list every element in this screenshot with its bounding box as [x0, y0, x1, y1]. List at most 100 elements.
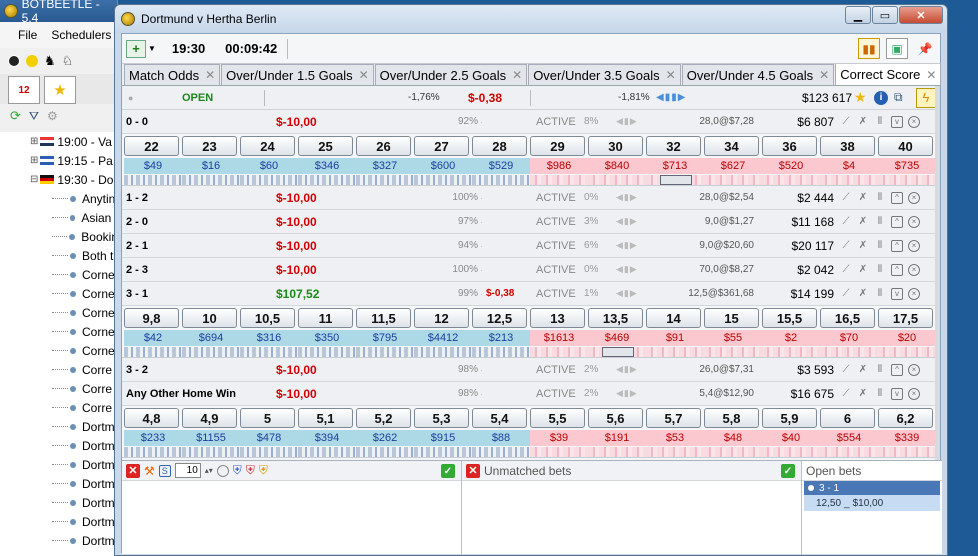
lay-amount[interactable]: $48 — [704, 430, 762, 446]
ladder-scroll-thumb[interactable] — [602, 347, 634, 357]
close-icon[interactable]: × — [908, 287, 920, 300]
status-arrows-icon[interactable]: ◀▮▶ — [616, 216, 638, 227]
tree-market-row[interactable]: Corne — [0, 303, 118, 322]
tree-market-row[interactable]: Asian I — [0, 208, 118, 227]
tab-close-icon[interactable]: ✕ — [205, 68, 215, 82]
status-arrows-icon[interactable]: ◀▮▶ — [616, 288, 638, 299]
price-button[interactable]: 29 — [530, 136, 585, 156]
graph-icon[interactable]: ⟋ — [840, 288, 852, 300]
tab-market[interactable]: Over/Under 3.5 Goals ✕ — [528, 64, 681, 85]
price-button[interactable]: 17,5 — [878, 308, 933, 328]
price-button[interactable]: 5,8 — [704, 408, 759, 428]
price-button[interactable]: 5,1 — [298, 408, 353, 428]
lay-amount[interactable]: $520 — [762, 158, 820, 174]
calendar-icon[interactable]: 12 — [8, 76, 40, 104]
back-amount[interactable]: $915 — [414, 430, 472, 446]
price-button[interactable]: 12,5 — [472, 308, 527, 328]
pin-icon[interactable]: 📌 — [914, 38, 936, 59]
lay-amount[interactable]: $1613 — [530, 330, 588, 346]
horse-racing-icon[interactable]: ♞ — [44, 53, 56, 69]
price-button[interactable]: 27 — [414, 136, 469, 156]
runner-row[interactable]: 0 - 0 $-10,00 92% · ACTIVE 8% ◀▮▶ 28,0@$7,28 $6 … — [122, 110, 940, 134]
back-amount[interactable]: $16 — [182, 158, 240, 174]
back-amount[interactable]: $478 — [240, 430, 298, 446]
status-arrows-icon[interactable]: ◀▮▶ — [616, 192, 638, 203]
bars-icon[interactable]: ⦀ — [874, 388, 886, 400]
tree-market-row[interactable]: Corne — [0, 322, 118, 341]
tree-event-row[interactable]: ⊞ 19:00 - Va — [0, 132, 118, 151]
lay-amount[interactable]: $40 — [762, 430, 820, 446]
price-button[interactable]: 24 — [240, 136, 295, 156]
tab-close-icon[interactable]: ✕ — [512, 68, 522, 82]
back-amount[interactable]: $233 — [124, 430, 182, 446]
price-button[interactable]: 23 — [182, 136, 237, 156]
price-button[interactable]: 13 — [530, 308, 585, 328]
lay-amount[interactable]: $91 — [646, 330, 704, 346]
status-arrows-icon[interactable]: ◀▮▶ — [616, 240, 638, 251]
expand-icon[interactable]: ^ — [891, 363, 903, 376]
warning-shield-icon[interactable]: ⛨ — [259, 463, 268, 478]
refresh-icon[interactable]: ⟳ — [10, 108, 21, 124]
price-button[interactable]: 5,9 — [762, 408, 817, 428]
greyhound-icon[interactable]: ♘ — [62, 53, 74, 69]
price-button[interactable]: 5,6 — [588, 408, 643, 428]
price-button[interactable]: 10,5 — [240, 308, 295, 328]
back-amount[interactable]: $49 — [124, 158, 182, 174]
cancel-all-icon[interactable]: ✕ — [126, 463, 140, 478]
price-button[interactable]: 11,5 — [356, 308, 411, 328]
tennis-ball-icon[interactable] — [26, 55, 38, 67]
hammer-icon[interactable]: ⚒ — [144, 464, 155, 478]
close-icon[interactable]: × — [908, 263, 920, 276]
expand-icon[interactable]: v — [891, 387, 903, 400]
back-amount[interactable]: $42 — [124, 330, 182, 346]
tree-event-row[interactable]: ⊞ 19:15 - Pa — [0, 151, 118, 170]
lay-amount[interactable]: $713 — [646, 158, 704, 174]
tab-market[interactable]: Over/Under 1.5 Goals ✕ — [221, 64, 374, 85]
minimize-button[interactable]: ▁ — [845, 6, 871, 24]
graph-icon[interactable]: ⟋ — [840, 240, 852, 252]
tree-market-row[interactable]: Corre — [0, 379, 118, 398]
expand-toggle-icon[interactable]: ⊟ — [30, 174, 38, 185]
expand-icon[interactable]: v — [891, 287, 903, 300]
ladder-scroll-thumb[interactable] — [660, 175, 692, 185]
price-button[interactable]: 5,7 — [646, 408, 701, 428]
back-amount[interactable]: $327 — [356, 158, 414, 174]
tree-market-row[interactable]: Anytin — [0, 189, 118, 208]
tab-market[interactable]: Over/Under 4.5 Goals ✕ — [681, 64, 835, 85]
new-window-icon[interactable]: ▣ — [886, 38, 908, 59]
lightning-icon[interactable]: ϟ — [916, 87, 936, 108]
tools-icon[interactable]: ✗ — [857, 388, 869, 400]
price-button[interactable]: 15 — [704, 308, 759, 328]
graph-icon[interactable]: ⟋ — [840, 264, 852, 276]
price-button[interactable]: 5 — [240, 408, 295, 428]
expand-icon[interactable]: ^ — [891, 239, 903, 252]
price-button[interactable]: 13,5 — [588, 308, 643, 328]
lay-amount[interactable]: $986 — [530, 158, 588, 174]
price-button[interactable]: 5,5 — [530, 408, 585, 428]
price-button[interactable]: 14 — [646, 308, 701, 328]
price-button[interactable]: 6,2 — [878, 408, 933, 428]
tools-icon[interactable]: ✗ — [857, 192, 869, 204]
back-amount[interactable]: $600 — [414, 158, 472, 174]
shield-blue-icon[interactable]: ⛨ — [233, 463, 242, 478]
back-amount[interactable]: $795 — [356, 330, 414, 346]
back-amount[interactable]: $60 — [240, 158, 298, 174]
lay-amount[interactable]: $4 — [820, 158, 878, 174]
graph-icon[interactable]: ⟋ — [840, 388, 852, 400]
settings-icon[interactable]: ⚙ — [47, 109, 58, 123]
close-icon[interactable]: × — [908, 115, 920, 128]
add-market-icon[interactable]: + — [126, 39, 146, 58]
graph-icon[interactable]: ⟋ — [840, 216, 852, 228]
favourite-star-icon[interactable]: ★ — [854, 89, 867, 106]
price-button[interactable]: 25 — [298, 136, 353, 156]
graph-icon[interactable]: ⟋ — [840, 116, 852, 128]
favourites-star-icon[interactable]: ★ — [44, 76, 76, 104]
stop-icon[interactable] — [216, 464, 229, 477]
shield-red-icon[interactable]: ⛨ — [246, 463, 255, 478]
back-amount[interactable]: $316 — [240, 330, 298, 346]
spinner-arrows-icon[interactable]: ▴▾ — [205, 466, 213, 475]
chart-icon[interactable]: ▮▮ — [858, 38, 880, 59]
price-button[interactable]: 30 — [588, 136, 643, 156]
soccer-ball-icon[interactable] — [8, 55, 20, 67]
tree-market-row[interactable]: Both t — [0, 246, 118, 265]
